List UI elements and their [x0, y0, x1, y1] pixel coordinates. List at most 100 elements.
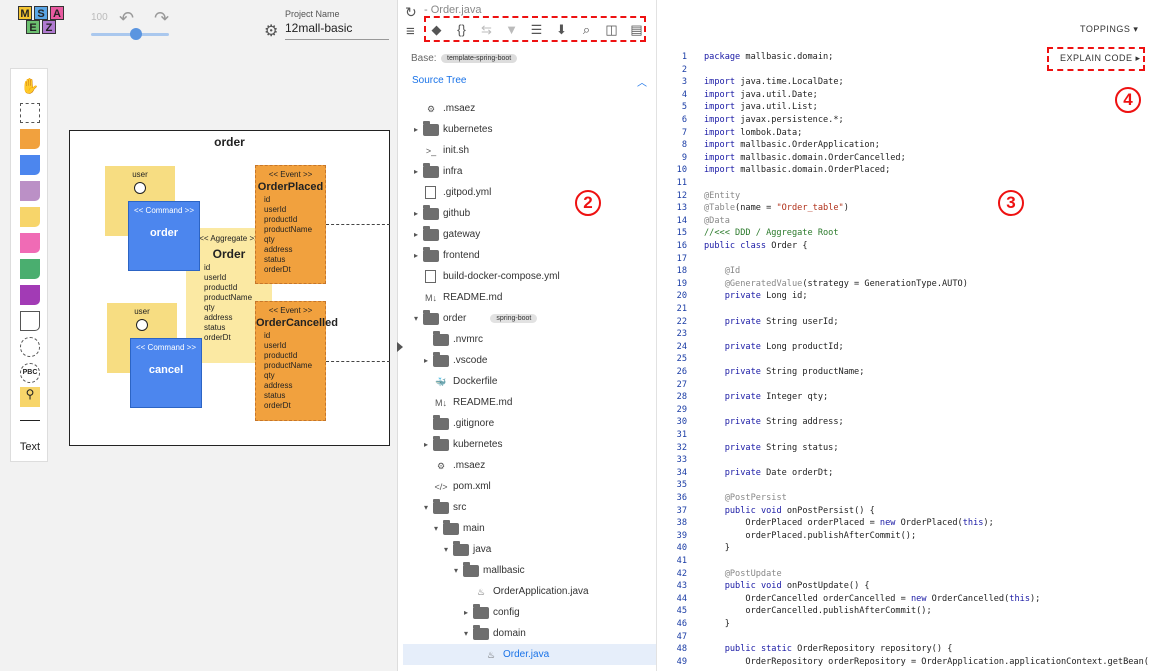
bounded-context-order[interactable]: order user user << Aggregate >> Order id… — [69, 130, 390, 446]
tree-item[interactable]: ▸ infra — [403, 161, 656, 182]
chevron-down-icon[interactable]: ▾ — [441, 545, 451, 554]
command-sticker-tool[interactable] — [20, 155, 40, 175]
split-view-icon[interactable]: ◫ — [599, 18, 624, 42]
chevron-right-icon[interactable]: ▸ — [411, 125, 421, 134]
tree-item[interactable]: ▸ .vscode — [403, 350, 656, 371]
chevron-down-icon[interactable]: ▾ — [461, 629, 471, 638]
command-sticker-order[interactable]: << Command >> order — [128, 201, 200, 271]
tree-item[interactable]: ⚙ .msaez — [403, 98, 656, 119]
tree-item[interactable]: ▾ java — [403, 539, 656, 560]
base-template-chip[interactable]: template-spring-boot — [441, 54, 518, 63]
chevron-right-icon[interactable]: ▸ — [411, 230, 421, 239]
code-line: 25 — [665, 354, 1155, 367]
msaez-logo[interactable]: M S A E Z — [18, 6, 72, 36]
line-tool[interactable] — [20, 420, 40, 421]
source-tree-header[interactable]: Source Tree — [412, 75, 466, 86]
chevron-down-icon[interactable]: ▾ — [411, 314, 421, 323]
tree-item-label: kubernetes — [443, 124, 493, 135]
tree-item[interactable]: ♨ OrderApplication.java — [403, 581, 656, 602]
toppings-button[interactable]: TOPPINGS ▾ — [1080, 24, 1138, 35]
search-icon[interactable]: ⌕ — [574, 18, 599, 42]
tree-item[interactable]: .nvmrc — [403, 329, 656, 350]
tree-item[interactable]: ▾ src — [403, 497, 656, 518]
tree-item[interactable]: ▸ gateway — [403, 224, 656, 245]
tree-item[interactable]: ▾ domain — [403, 623, 656, 644]
tree-item[interactable]: .gitignore — [403, 413, 656, 434]
chevron-down-icon[interactable]: ▾ — [431, 524, 441, 533]
code-line: 10 import mallbasic.domain.OrderPlaced; — [665, 165, 1155, 178]
chevron-down-icon[interactable]: ▾ — [421, 503, 431, 512]
filter-icon[interactable]: ▼ — [499, 18, 524, 42]
tree-item[interactable]: ⚙ .msaez — [403, 455, 656, 476]
chevron-right-icon[interactable]: ▸ — [411, 209, 421, 218]
tree-item[interactable]: ▾ order spring-boot — [403, 308, 656, 329]
view-sticker-tool[interactable] — [20, 259, 40, 279]
download-icon[interactable]: ⬇ — [549, 18, 574, 42]
code-line: 38 OrderPlaced orderPlaced = new OrderPl… — [665, 518, 1155, 531]
logo-letter: A — [50, 6, 64, 20]
diff-icon[interactable]: ⇆ — [474, 18, 499, 42]
project-name-input[interactable]: 12mall-basic — [285, 21, 389, 40]
event-sticker-orderplaced[interactable]: << Event >> OrderPlaced id userId produc… — [255, 165, 326, 284]
redo-icon[interactable]: ↷ — [154, 8, 169, 29]
tree-item[interactable]: M↓ README.md — [403, 287, 656, 308]
line-number: 46 — [676, 619, 687, 629]
tree-item[interactable]: ▾ main — [403, 518, 656, 539]
line-number: 14 — [676, 215, 687, 226]
project-name-label: Project Name — [285, 9, 340, 19]
chevron-right-icon[interactable]: ▸ — [421, 440, 431, 449]
tree-item[interactable]: </> pom.xml — [403, 476, 656, 497]
tree-item[interactable]: .gitpod.yml — [403, 182, 656, 203]
chevron-right-icon[interactable]: ▸ — [421, 356, 431, 365]
chevron-right-icon[interactable]: ▸ — [411, 251, 421, 260]
checklist-icon[interactable]: ☰ — [524, 18, 549, 42]
tree-item[interactable]: ▸ frontend — [403, 245, 656, 266]
tree-item[interactable]: >_ init.sh — [403, 140, 656, 161]
tree-item[interactable]: ♨ Order.java — [403, 644, 656, 665]
tree-item[interactable]: ▸ github — [403, 203, 656, 224]
tree-item[interactable]: ▸ config — [403, 602, 656, 623]
event-sticker-ordercancelled[interactable]: << Event >> OrderCancelled id userId pro… — [255, 301, 338, 421]
external-sticker-tool[interactable] — [20, 233, 40, 253]
bounded-context-tool[interactable] — [20, 311, 40, 331]
tree-item[interactable]: 🐳 Dockerfile — [403, 371, 656, 392]
relation-line — [326, 361, 390, 362]
chevron-right-icon[interactable]: ▸ — [411, 167, 421, 176]
java-icon: ♨ — [486, 649, 496, 660]
tree-item[interactable]: ▸ kubernetes — [403, 119, 656, 140]
tree-item[interactable]: ▸ kubernetes — [403, 434, 656, 455]
text-tool[interactable]: Text — [11, 441, 49, 453]
file-icon[interactable]: ▤ — [624, 18, 649, 42]
actor-tool-icon[interactable]: ⚲ — [20, 387, 40, 407]
json-icon[interactable]: {} — [449, 18, 474, 42]
command-sticker-cancel[interactable]: << Command >> cancel — [130, 338, 202, 408]
code-text: private Long id; — [724, 291, 808, 302]
aggregate-sticker-tool[interactable] — [20, 207, 40, 227]
refresh-icon[interactable]: ↻ — [405, 4, 417, 21]
gear-icon[interactable]: ⚙ — [264, 21, 278, 41]
tree-item[interactable]: ▾ mallbasic — [403, 560, 656, 581]
annotation-number-2: 2 — [575, 190, 601, 216]
undo-icon[interactable]: ↶ — [119, 8, 134, 29]
pbc-tool-icon[interactable]: PBC — [20, 363, 40, 383]
tree-item[interactable]: build-docker-compose.yml — [403, 266, 656, 287]
event-sticker-tool[interactable] — [20, 129, 40, 149]
folder-icon — [423, 246, 439, 262]
policy-sticker-tool[interactable] — [20, 181, 40, 201]
line-number: 17 — [676, 253, 687, 264]
chevron-right-icon[interactable]: ▸ — [461, 608, 471, 617]
zoom-slider-thumb[interactable] — [130, 28, 142, 40]
tree-item[interactable]: M↓ README.md — [403, 392, 656, 413]
tree-item-label: mallbasic — [483, 565, 525, 576]
issue-sticker-tool[interactable] — [20, 285, 40, 305]
menu-icon[interactable]: ≡ — [406, 23, 415, 40]
package-tool[interactable] — [20, 337, 40, 357]
chevron-down-icon[interactable]: ▾ — [451, 566, 461, 575]
line-number: 2 — [681, 64, 687, 75]
select-area-icon[interactable] — [20, 103, 40, 123]
hand-icon[interactable]: ✋ — [20, 77, 40, 97]
code-text: import mallbasic.OrderApplication; — [704, 140, 880, 151]
folder-icon — [423, 225, 439, 241]
chevron-up-icon[interactable]: ︿ — [637, 74, 647, 89]
git-icon[interactable]: ◆ — [424, 18, 449, 42]
